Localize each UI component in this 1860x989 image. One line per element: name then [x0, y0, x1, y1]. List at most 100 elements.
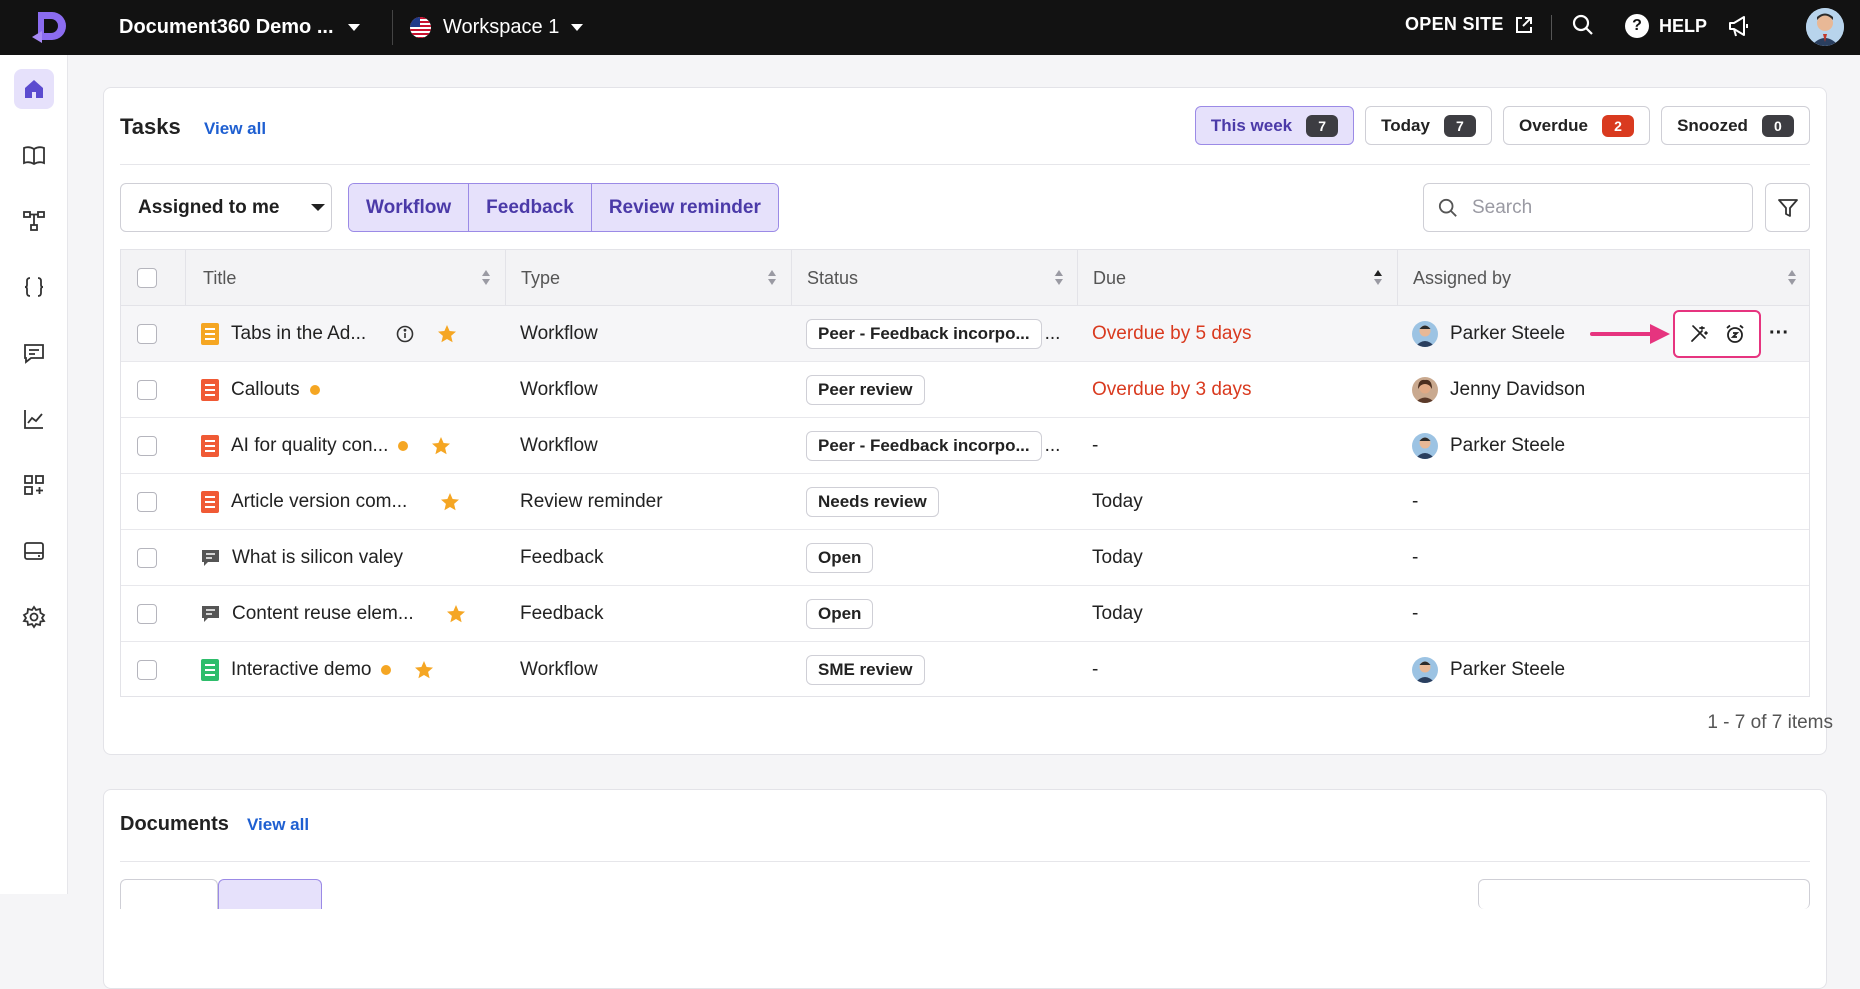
help-label: HELP	[1659, 15, 1708, 36]
sidebar-item-home[interactable]	[14, 69, 54, 109]
documents-view-all-link[interactable]: View all	[247, 815, 309, 835]
sidebar-item-analytics[interactable]	[14, 399, 54, 439]
document360-logo-icon[interactable]	[30, 9, 70, 46]
period-count: 7	[1443, 114, 1476, 137]
period-this-week[interactable]: This week 7	[1195, 106, 1354, 145]
open-site-link[interactable]: OPEN SITE	[1405, 14, 1534, 35]
star-icon[interactable]	[431, 436, 451, 456]
avatar-image	[1806, 8, 1844, 46]
more-options-button[interactable]: ···	[1766, 318, 1792, 348]
task-title[interactable]: Article version com...	[231, 491, 407, 513]
type-filter-review-reminder[interactable]: Review reminder	[591, 184, 778, 231]
home-icon	[25, 80, 43, 98]
type-cell: Workflow	[520, 379, 598, 400]
sidebar-item-integrations[interactable]	[14, 465, 54, 505]
info-icon[interactable]	[396, 325, 414, 343]
period-today[interactable]: Today 7	[1365, 106, 1492, 145]
column-divider	[185, 250, 186, 306]
assigned-by-name: Parker Steele	[1450, 323, 1566, 344]
sort-ascending-icon[interactable]	[1373, 269, 1383, 286]
tasks-view-all-link[interactable]: View all	[204, 119, 266, 139]
column-due[interactable]: Due	[1093, 250, 1126, 306]
row-checkbox[interactable]	[137, 436, 157, 456]
period-snoozed[interactable]: Snoozed 0	[1661, 106, 1810, 145]
article-icon	[201, 435, 219, 457]
chevron-down-icon	[311, 204, 326, 211]
user-avatar[interactable]	[1806, 8, 1844, 46]
type-cell: Review reminder	[520, 491, 663, 512]
table-row[interactable]: Callouts Workflow Peer review Overdue by…	[121, 362, 1809, 418]
title-cell: Interactive demo	[201, 642, 434, 698]
sidebar-item-category-manager[interactable]	[14, 201, 54, 241]
row-checkbox[interactable]	[137, 492, 157, 512]
documents-tab[interactable]	[120, 879, 218, 909]
help-icon: ?	[1625, 14, 1649, 38]
table-row[interactable]: Interactive demo Workflow SME review - P…	[121, 642, 1809, 698]
column-assigned-by[interactable]: Assigned by	[1413, 250, 1511, 306]
select-all-checkbox[interactable]	[137, 268, 157, 288]
period-label: Snoozed	[1677, 115, 1748, 135]
assigned-filter-dropdown[interactable]: Assigned to me	[120, 183, 332, 232]
task-title[interactable]: What is silicon valey	[232, 547, 403, 569]
type-filter-workflow[interactable]: Workflow	[349, 184, 470, 231]
star-icon[interactable]	[414, 660, 434, 680]
row-checkbox[interactable]	[137, 660, 157, 680]
workspace-selector[interactable]: Workspace 1	[410, 16, 584, 39]
sidebar-item-settings[interactable]	[14, 597, 54, 637]
task-title[interactable]: Callouts	[231, 379, 300, 401]
star-icon[interactable]	[446, 604, 466, 624]
status-cell: Needs review	[806, 474, 939, 530]
sort-icon[interactable]	[767, 269, 777, 286]
documents-tab-selected[interactable]	[218, 879, 322, 909]
due-cell: -	[1092, 435, 1099, 456]
row-checkbox[interactable]	[137, 604, 157, 624]
assigned-by-cell: -	[1412, 491, 1419, 512]
filter-button[interactable]	[1765, 183, 1810, 232]
status-cell: SME review	[806, 642, 925, 698]
period-label: This week	[1210, 115, 1293, 135]
snooze-button[interactable]	[1720, 319, 1750, 349]
row-checkbox[interactable]	[137, 380, 157, 400]
table-row[interactable]: What is silicon valey Feedback Open Toda…	[121, 530, 1809, 586]
column-status[interactable]: Status	[807, 250, 858, 306]
column-divider	[505, 250, 506, 306]
task-title[interactable]: Interactive demo	[231, 659, 371, 681]
draft-status-dot	[398, 441, 409, 451]
sort-icon[interactable]	[1054, 269, 1064, 286]
table-row[interactable]: AI for quality con... Workflow Peer - Fe…	[121, 418, 1809, 474]
task-title[interactable]: Tabs in the Ad...	[231, 323, 366, 345]
column-type[interactable]: Type	[521, 250, 560, 306]
column-title[interactable]: Title	[203, 250, 236, 306]
due-cell: Overdue by 3 days	[1092, 379, 1252, 400]
announcements-button[interactable]	[1727, 14, 1751, 38]
table-row[interactable]: Content reuse elem... Feedback Open Toda…	[121, 586, 1809, 642]
sort-icon[interactable]	[1787, 269, 1797, 286]
status-badge: Peer - Feedback incorpo...	[806, 431, 1042, 461]
star-icon[interactable]	[440, 492, 460, 512]
sidebar-item-documentation[interactable]	[14, 135, 54, 175]
sidebar-item-widgets[interactable]	[14, 531, 54, 571]
filter-icon	[1777, 198, 1798, 217]
mark-complete-button[interactable]	[1684, 319, 1714, 349]
row-checkbox[interactable]	[137, 324, 157, 344]
sidebar-item-feedback[interactable]	[14, 333, 54, 373]
divider	[120, 861, 1810, 862]
task-title[interactable]: AI for quality con...	[231, 435, 388, 457]
title-cell: Tabs in the Ad...	[201, 306, 457, 362]
search-button[interactable]	[1572, 14, 1594, 36]
task-title[interactable]: Content reuse elem...	[232, 603, 414, 625]
sort-icon[interactable]	[481, 269, 491, 286]
help-button[interactable]: ? HELP	[1625, 14, 1707, 38]
table-row[interactable]: Tabs in the Ad... Workflow Peer - Feedba…	[121, 306, 1809, 362]
table-header: Title Type Status Due Assigned by	[121, 250, 1809, 306]
type-filter-feedback[interactable]: Feedback	[469, 184, 592, 231]
search-input[interactable]	[1472, 196, 1732, 219]
star-icon[interactable]	[437, 324, 457, 344]
row-checkbox[interactable]	[137, 548, 157, 568]
table-row[interactable]: Article version com... Review reminder N…	[121, 474, 1809, 530]
project-selector[interactable]: Document360 Demo ...	[119, 16, 360, 39]
sidebar-item-api-docs[interactable]	[14, 267, 54, 307]
period-overdue[interactable]: Overdue 2	[1503, 106, 1650, 145]
documents-search-box[interactable]	[1478, 879, 1810, 909]
status-cell: Open	[806, 586, 874, 642]
